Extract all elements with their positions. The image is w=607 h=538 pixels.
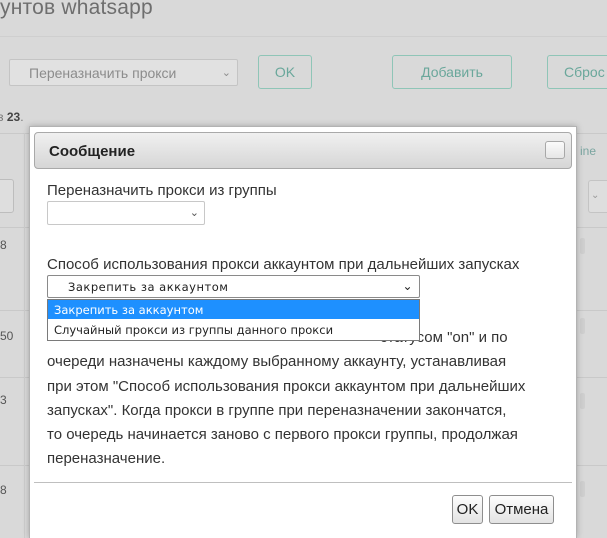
- mode-label: Способ использования прокси аккаунтом пр…: [47, 256, 520, 273]
- dialog-description: статусом "on" и по очереди назначены каж…: [47, 326, 561, 472]
- column-filter-select[interactable]: ⌄: [588, 180, 607, 213]
- row-toggle[interactable]: [580, 318, 585, 334]
- table-cell: 8: [0, 238, 7, 252]
- proxy-mode-select[interactable]: Закрепить за аккаунтом ⌄: [47, 275, 420, 298]
- option-random-proxy[interactable]: Случайный прокси из группы данного прокс…: [48, 320, 419, 339]
- table-column-divider: [24, 133, 25, 538]
- dialog-title: Сообщение: [49, 143, 136, 160]
- reset-button[interactable]: Сброс: [547, 55, 607, 89]
- description-line: то очередь начинается заново с первого п…: [47, 426, 518, 444]
- row-toggle[interactable]: [580, 481, 585, 497]
- description-line: очереди назначены каждому выбранному акк…: [47, 353, 507, 371]
- records-count: з 23.: [0, 110, 24, 124]
- group-label: Переназначить прокси из группы: [47, 182, 277, 199]
- row-toggle[interactable]: [580, 238, 585, 254]
- message-dialog: Сообщение Переназначить прокси из группы…: [29, 126, 577, 538]
- add-button[interactable]: Добавить: [392, 55, 512, 89]
- description-line: при этом "Способ использования прокси ак…: [47, 377, 526, 395]
- dialog-footer-divider: [34, 482, 572, 483]
- chevron-down-icon: ⌄: [189, 207, 199, 219]
- option-pin-to-account[interactable]: Закрепить за аккаунтом: [48, 300, 419, 319]
- close-icon[interactable]: [545, 141, 565, 159]
- row-toggle[interactable]: [580, 393, 585, 409]
- chevron-down-icon: ⌄: [221, 67, 231, 79]
- online-link[interactable]: ine: [580, 144, 596, 158]
- description-line: запусках". Когда прокси в группе при пер…: [47, 401, 507, 419]
- table-filter-box[interactable]: [0, 179, 14, 213]
- table-cell: 50: [0, 329, 14, 343]
- table-cell: 3: [0, 393, 7, 407]
- bulk-ok-button[interactable]: OK: [258, 55, 312, 89]
- header-divider: [0, 36, 607, 37]
- description-line: переназначение.: [47, 450, 166, 468]
- proxy-group-select[interactable]: ⌄: [47, 201, 205, 225]
- chevron-down-icon: ⌄: [402, 279, 413, 293]
- proxy-mode-options[interactable]: Закрепить за аккаунтом Случайный прокси …: [47, 299, 420, 341]
- dialog-titlebar[interactable]: Сообщение: [34, 132, 572, 169]
- page-title: унтов whatsapp: [0, 0, 153, 19]
- chevron-down-icon: ⌄: [591, 190, 600, 201]
- ok-button[interactable]: OK: [452, 495, 483, 524]
- bulk-action-select-value: Переназначить прокси: [29, 65, 177, 81]
- cancel-button[interactable]: Отмена: [489, 495, 554, 524]
- bulk-action-select[interactable]: Переназначить прокси ⌄: [9, 59, 238, 86]
- table-cell: 8: [0, 483, 7, 497]
- proxy-mode-select-value: Закрепить за аккаунтом: [68, 280, 229, 294]
